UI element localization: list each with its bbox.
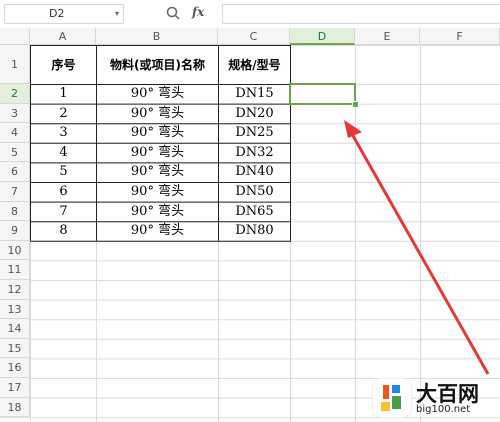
name-box[interactable]: D2 ▾ <box>4 4 124 24</box>
table-cell[interactable]: 8 <box>31 222 96 241</box>
table-cell[interactable]: 5 <box>31 163 96 182</box>
name-box-value: D2 <box>49 7 65 20</box>
table-header-cell: 规格/型号 <box>228 58 281 72</box>
table-cell[interactable]: 90° 弯头 <box>97 203 218 222</box>
table-cell[interactable]: 3 <box>31 124 96 143</box>
spreadsheet-grid[interactable]: A B C D E F 1 2 3 4 5 6 7 8 9 10 11 12 13 14 15 16 17 18 序号 物料(或项… <box>0 28 500 422</box>
table-cell[interactable]: 4 <box>31 144 96 163</box>
table-cell[interactable]: 1 <box>31 85 96 104</box>
table-cell[interactable]: DN80 <box>219 222 290 241</box>
table-cell[interactable]: 2 <box>31 105 96 124</box>
brand-logo-icon <box>372 378 412 418</box>
active-cell[interactable] <box>289 83 356 105</box>
table-cell[interactable]: 7 <box>31 203 96 222</box>
table-header-cell: 序号 <box>51 58 76 72</box>
table-cell[interactable]: 90° 弯头 <box>97 144 218 163</box>
table-cell[interactable]: 6 <box>31 183 96 202</box>
fill-handle[interactable] <box>352 100 359 108</box>
table-cell[interactable]: DN20 <box>219 105 290 124</box>
formula-input[interactable] <box>222 4 500 24</box>
table-cell[interactable]: 90° 弯头 <box>97 183 218 202</box>
watermark: 大百网 big100.net <box>370 376 500 420</box>
table-cell[interactable]: 90° 弯头 <box>97 222 218 241</box>
table-cell[interactable]: 90° 弯头 <box>97 124 218 143</box>
chevron-down-icon[interactable]: ▾ <box>115 5 119 23</box>
fx-icon[interactable]: fx <box>192 5 204 19</box>
table-cell[interactable]: DN65 <box>219 203 290 222</box>
table-cell[interactable]: DN40 <box>219 163 290 182</box>
table-cell[interactable]: DN15 <box>219 85 290 104</box>
table-cell[interactable]: 90° 弯头 <box>97 85 218 104</box>
table-cell[interactable]: 90° 弯头 <box>97 163 218 182</box>
formula-bar: D2 ▾ fx <box>0 0 500 29</box>
table-cell[interactable]: 90° 弯头 <box>97 105 218 124</box>
table-header-cell: 物料(或项目)名称 <box>110 58 205 72</box>
table-cell[interactable]: DN50 <box>219 183 290 202</box>
watermark-url: big100.net <box>416 404 471 415</box>
zoom-icon[interactable] <box>166 6 180 20</box>
table-cell[interactable]: DN32 <box>219 144 290 163</box>
table-cell[interactable]: DN25 <box>219 124 290 143</box>
